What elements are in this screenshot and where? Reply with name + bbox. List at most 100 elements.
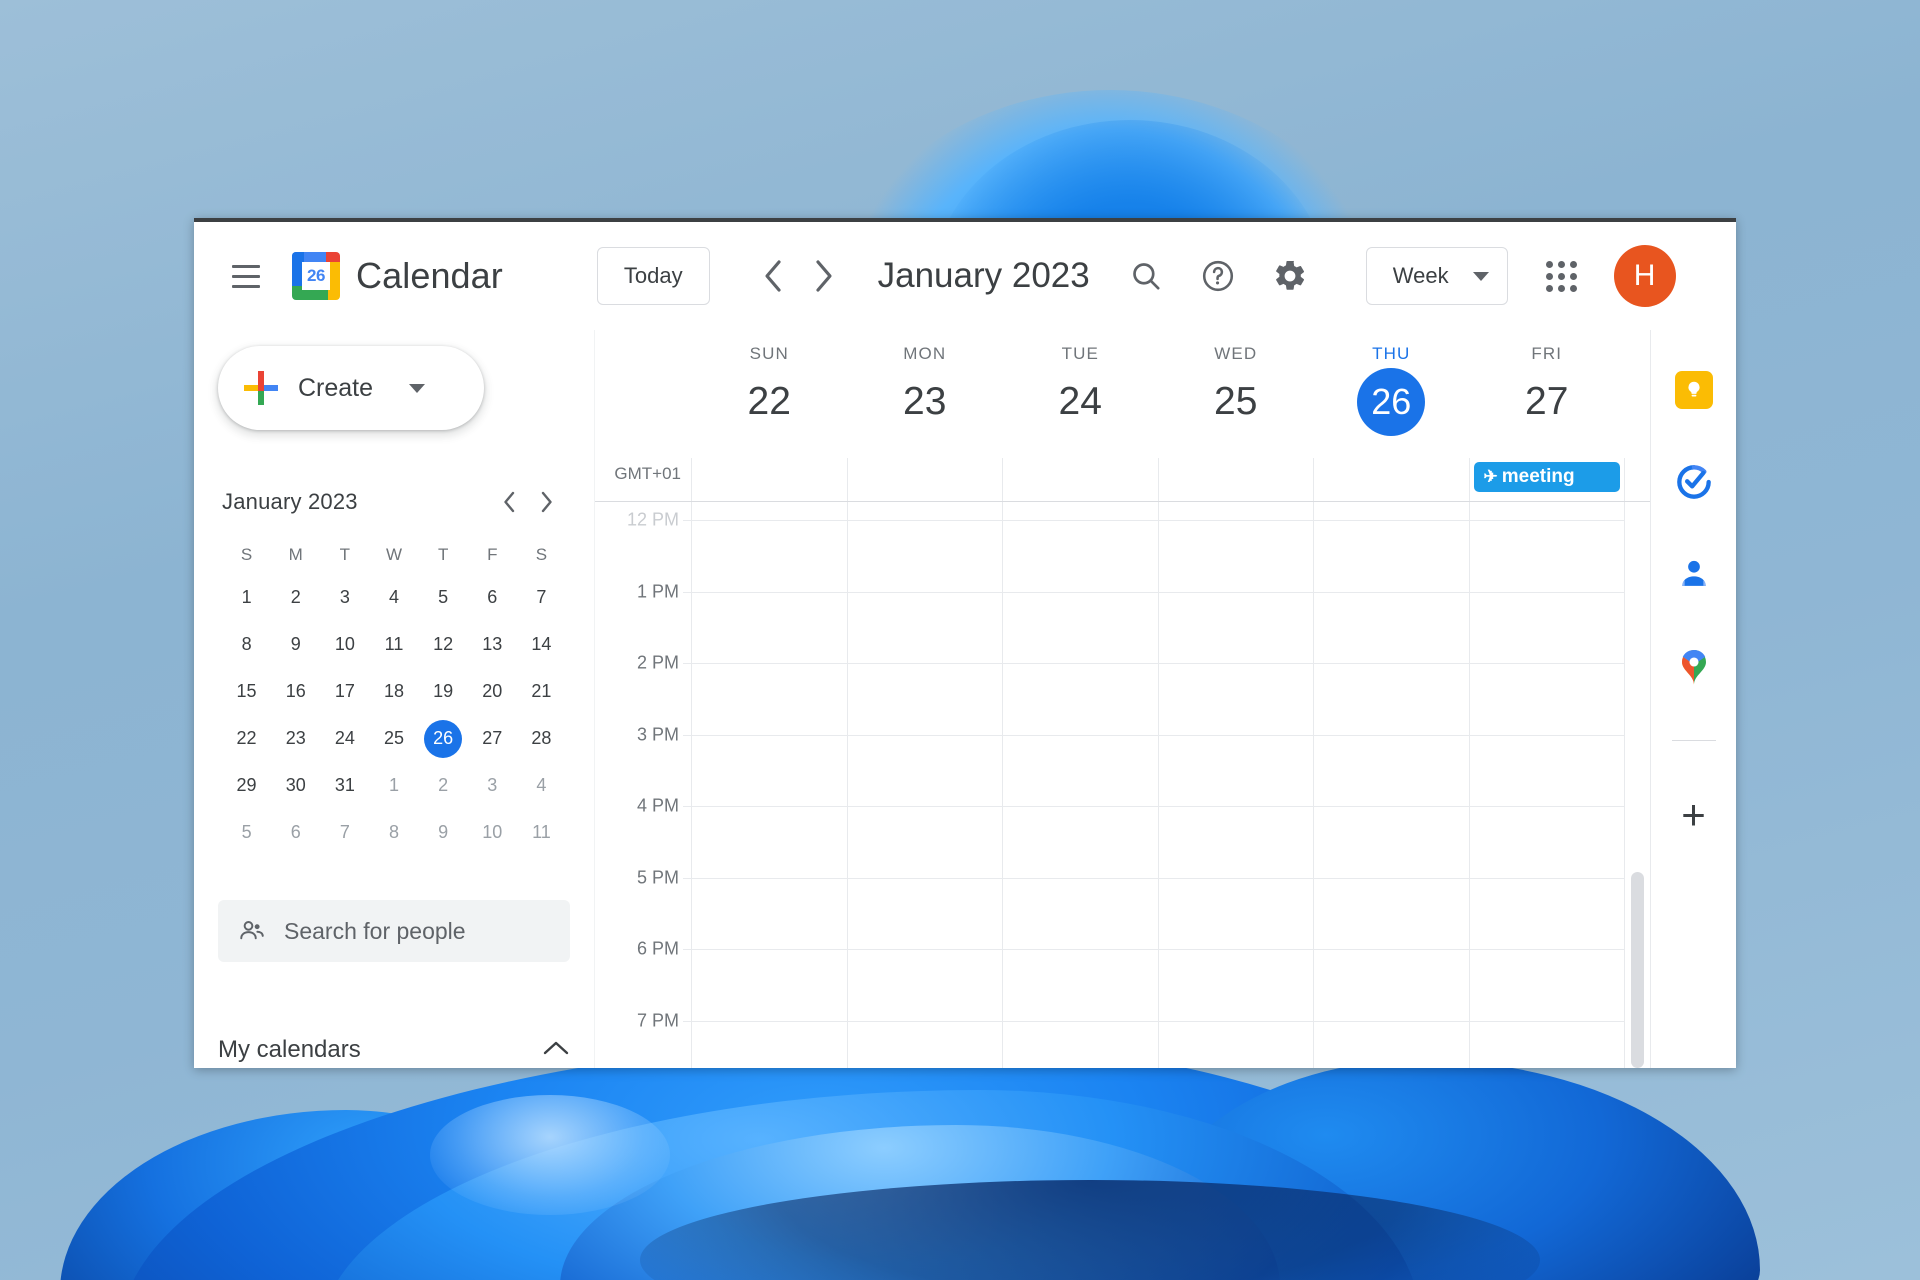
- mini-calendar-day[interactable]: 14: [517, 623, 566, 666]
- mini-calendar-day[interactable]: 2: [271, 576, 320, 619]
- mini-calendar-day[interactable]: 8: [369, 811, 418, 854]
- time-grid-column-fri[interactable]: [1468, 502, 1625, 1068]
- all-day-cell[interactable]: [1157, 458, 1314, 501]
- help-icon[interactable]: [1190, 248, 1246, 304]
- my-calendars-section-toggle[interactable]: My calendars: [218, 1024, 570, 1068]
- mini-calendar-day[interactable]: 27: [468, 717, 517, 760]
- time-grid-column-wed[interactable]: [1157, 502, 1314, 1068]
- view-selector[interactable]: Week: [1365, 247, 1508, 305]
- mini-calendar-day[interactable]: 12: [419, 623, 468, 666]
- mini-calendar-day-number: 8: [388, 822, 399, 842]
- mini-calendar-day[interactable]: 31: [320, 764, 369, 807]
- all-day-event-chip[interactable]: ✈ meeting: [1473, 462, 1620, 492]
- search-for-people-input[interactable]: Search for people: [218, 900, 570, 962]
- day-header-mon[interactable]: MON 23: [846, 330, 1003, 458]
- mini-calendar-day[interactable]: 29: [222, 764, 271, 807]
- google-tasks-icon[interactable]: [1672, 460, 1716, 504]
- all-day-scroll-pad: [1624, 458, 1650, 501]
- day-headers: SUN 22 MON 23 TUE 24 WED 25 THU 26 FRI 27: [595, 330, 1650, 458]
- mini-calendar-day[interactable]: 9: [419, 811, 468, 854]
- day-header-wed[interactable]: WED 25: [1157, 330, 1314, 458]
- next-period-icon[interactable]: [798, 250, 850, 302]
- mini-calendar-day[interactable]: 1: [222, 576, 271, 619]
- mini-calendar-day[interactable]: 8: [222, 623, 271, 666]
- mini-calendar-next-icon[interactable]: [528, 483, 566, 521]
- time-grid-column-tue[interactable]: [1002, 502, 1158, 1068]
- day-header-sun[interactable]: SUN 22: [691, 330, 847, 458]
- mini-calendar-day[interactable]: 6: [271, 811, 320, 854]
- mini-calendar-day[interactable]: 13: [468, 623, 517, 666]
- all-day-cell[interactable]: [1002, 458, 1158, 501]
- mini-calendar-day[interactable]: 25: [369, 717, 418, 760]
- day-header-weekday: SUN: [749, 344, 789, 363]
- all-day-cell[interactable]: ✈ meeting: [1468, 458, 1625, 501]
- google-apps-icon[interactable]: [1534, 248, 1590, 304]
- time-grid-column-thu[interactable]: [1313, 502, 1469, 1068]
- mini-calendar-day[interactable]: 11: [517, 811, 566, 854]
- mini-calendar-day[interactable]: 1: [369, 764, 418, 807]
- avatar[interactable]: H: [1613, 245, 1676, 307]
- time-grid-column-mon[interactable]: [846, 502, 1003, 1068]
- mini-calendar-day[interactable]: 19: [419, 670, 468, 713]
- mini-calendar-day[interactable]: 15: [222, 670, 271, 713]
- all-day-cell[interactable]: [1313, 458, 1469, 501]
- create-button[interactable]: Create: [218, 346, 484, 430]
- mini-calendar-day-number: 10: [482, 822, 503, 842]
- search-icon[interactable]: [1118, 248, 1174, 304]
- my-calendars-label: My calendars: [218, 1036, 361, 1063]
- google-maps-icon[interactable]: [1672, 644, 1716, 688]
- day-header-fri[interactable]: FRI 27: [1468, 330, 1625, 458]
- mini-calendar-day[interactable]: 6: [468, 576, 517, 619]
- app-logo-link[interactable]: 26 Calendar: [292, 252, 503, 300]
- mini-calendar-day[interactable]: 10: [320, 623, 369, 666]
- add-ons-plus-icon[interactable]: +: [1672, 793, 1716, 837]
- mini-calendar-day[interactable]: 4: [369, 576, 418, 619]
- mini-calendar-day-number: 2: [438, 775, 449, 795]
- mini-calendar-day[interactable]: 11: [369, 623, 418, 666]
- all-day-cell[interactable]: [846, 458, 1003, 501]
- google-keep-icon[interactable]: [1672, 368, 1716, 412]
- mini-calendar-day[interactable]: 5: [419, 576, 468, 619]
- day-header-tue[interactable]: TUE 24: [1002, 330, 1158, 458]
- all-day-cell[interactable]: [691, 458, 847, 501]
- mini-calendar-day[interactable]: 30: [271, 764, 320, 807]
- mini-calendar-day[interactable]: 17: [320, 670, 369, 713]
- mini-calendar-day[interactable]: 9: [271, 623, 320, 666]
- mini-calendar-day-selected[interactable]: 26: [419, 717, 468, 760]
- gear-icon[interactable]: [1262, 248, 1318, 304]
- mini-calendar-day[interactable]: 7: [517, 576, 566, 619]
- previous-period-icon[interactable]: [746, 250, 798, 302]
- day-header-thu[interactable]: THU 26: [1313, 330, 1469, 458]
- mini-calendar-day[interactable]: 3: [468, 764, 517, 807]
- mini-calendar-day[interactable]: 5: [222, 811, 271, 854]
- mini-calendar-day-number: 26: [424, 719, 463, 758]
- google-contacts-icon[interactable]: [1672, 552, 1716, 596]
- main-menu-icon[interactable]: [218, 248, 274, 304]
- mini-calendar-day[interactable]: 24: [320, 717, 369, 760]
- period-navigation: [746, 250, 850, 302]
- mini-calendar-day-number: 11: [384, 634, 404, 654]
- mini-calendar-day-number: 23: [285, 728, 306, 748]
- today-button[interactable]: Today: [596, 247, 710, 305]
- mini-calendar-day-number: 6: [290, 822, 301, 842]
- grid-scrollbar-thumb[interactable]: [1631, 872, 1644, 1068]
- mini-calendar-day-number: 6: [487, 587, 498, 607]
- mini-calendar-day[interactable]: 7: [320, 811, 369, 854]
- mini-calendar-day[interactable]: 4: [517, 764, 566, 807]
- grid-scrollbar[interactable]: [1624, 502, 1650, 1068]
- mini-calendar-day[interactable]: 10: [468, 811, 517, 854]
- mini-calendar-prev-icon[interactable]: [490, 483, 528, 521]
- mini-calendar-day[interactable]: 20: [468, 670, 517, 713]
- mini-calendar-day[interactable]: 3: [320, 576, 369, 619]
- mini-calendar-day[interactable]: 16: [271, 670, 320, 713]
- day-header-date: 22: [747, 380, 791, 423]
- mini-calendar-day[interactable]: 28: [517, 717, 566, 760]
- mini-calendar-dow: W: [385, 545, 403, 564]
- mini-calendar-day[interactable]: 21: [517, 670, 566, 713]
- mini-calendar-day[interactable]: 22: [222, 717, 271, 760]
- time-grid-column-sun[interactable]: [691, 502, 847, 1068]
- mini-calendar-day[interactable]: 2: [419, 764, 468, 807]
- mini-calendar-day[interactable]: 18: [369, 670, 418, 713]
- mini-calendar-day[interactable]: 23: [271, 717, 320, 760]
- mini-calendar-day-number: 28: [531, 728, 552, 748]
